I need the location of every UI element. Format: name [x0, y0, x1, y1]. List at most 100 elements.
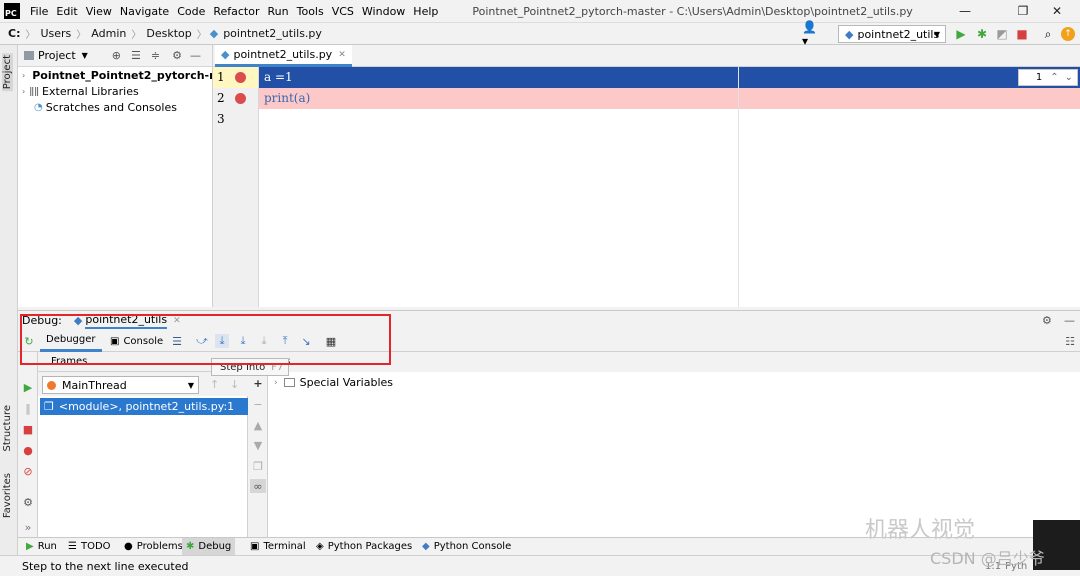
tool-tab-problems[interactable]: ● Problems	[120, 538, 187, 555]
tree-item-project-root[interactable]: › Pointnet_Pointnet2_pytorch-mast	[18, 67, 212, 83]
chevron-down-icon[interactable]: ⌄	[1065, 72, 1073, 83]
pause-icon[interactable]: ‖	[21, 401, 35, 415]
search-icon[interactable]: ⌕	[1041, 27, 1055, 41]
stop-icon[interactable]: ■	[1015, 27, 1029, 41]
resume-icon[interactable]: ▶	[21, 380, 35, 394]
breadcrumb-admin[interactable]: Admin	[89, 27, 128, 40]
special-variables-row[interactable]: › Special Variables	[274, 376, 393, 389]
view-breakpoints-icon[interactable]: ●	[21, 443, 35, 457]
tree-item-external-libraries[interactable]: › ǁǁ External Libraries	[18, 83, 212, 99]
code-editor[interactable]: a =1 print(a)	[259, 67, 1080, 307]
menu-tools[interactable]: Tools	[293, 5, 328, 18]
editor-tab-bar: ◆ pointnet2_utils.py ✕	[213, 45, 1080, 67]
todo-icon: ☰	[68, 541, 77, 552]
python-icon: ◆	[422, 541, 430, 552]
chevron-right-icon[interactable]: ›	[22, 71, 25, 80]
code-text: a =1	[264, 70, 293, 84]
structure-tool-tab[interactable]: Structure	[2, 405, 13, 452]
chevron-up-icon[interactable]: ⌃	[1050, 72, 1058, 83]
tool-tab-terminal[interactable]: ▣ Terminal	[246, 538, 310, 555]
move-down-icon[interactable]: ▼	[251, 438, 265, 452]
menu-vcs[interactable]: VCS	[328, 5, 358, 18]
tool-tab-debug[interactable]: ✱ Debug	[182, 538, 236, 555]
editor-gutter[interactable]: 1 2 3	[213, 67, 259, 307]
breadcrumb-file[interactable]: pointnet2_utils.py	[221, 27, 324, 40]
project-tool-tab[interactable]: Project	[2, 53, 13, 92]
collapse-all-icon[interactable]: ≑	[151, 49, 160, 62]
project-view-select[interactable]: Project	[38, 49, 76, 62]
line-number: 2	[217, 91, 225, 105]
inspection-widget[interactable]: 1 ⌃ ⌄	[1018, 69, 1078, 86]
status-bar: Step to the next line executed 1:1 Pyth	[0, 555, 1080, 576]
thread-icon	[47, 380, 56, 390]
breadcrumb-users[interactable]: Users	[38, 27, 73, 40]
gear-icon[interactable]: ⚙	[21, 495, 35, 509]
run-configuration-select[interactable]: ◆ pointnet2_utils ▼	[838, 25, 946, 43]
tool-tab-label: TODO	[80, 541, 111, 552]
scratches-icon: ◔	[34, 101, 43, 113]
gutter-line-3: 3	[213, 109, 258, 130]
arrow-down-icon[interactable]: ↓	[230, 378, 239, 391]
menu-edit[interactable]: Edit	[52, 5, 81, 18]
tree-item-scratches[interactable]: ◔ Scratches and Consoles	[18, 99, 212, 115]
arrow-up-icon[interactable]: ↑	[210, 378, 219, 391]
gear-icon[interactable]: ⚙	[172, 49, 182, 62]
menu-navigate[interactable]: Navigate	[116, 5, 173, 18]
menu-refactor[interactable]: Refactor	[209, 5, 263, 18]
gear-icon[interactable]: ⚙	[1042, 314, 1052, 327]
tool-tab-run[interactable]: ▶ Run	[22, 538, 61, 555]
stop-icon[interactable]: ■	[21, 422, 35, 436]
library-icon: ǁǁ	[29, 85, 40, 97]
watches-glasses-icon[interactable]: ∞	[250, 479, 266, 493]
run-configuration-label: pointnet2_utils	[857, 27, 940, 41]
user-icon[interactable]: 👤▾	[802, 20, 822, 48]
menu-code[interactable]: Code	[173, 5, 209, 18]
editor-tab-pointnet2-utils[interactable]: ◆ pointnet2_utils.py ✕	[215, 45, 352, 67]
close-tab-icon[interactable]: ✕	[338, 50, 346, 60]
mute-breakpoints-icon[interactable]: ⊘	[21, 464, 35, 478]
remove-watch-icon[interactable]: −	[251, 397, 265, 411]
tree-item-label: Scratches and Consoles	[45, 100, 177, 114]
hide-panel-icon[interactable]: —	[190, 49, 201, 62]
menu-file[interactable]: File	[26, 5, 52, 18]
more-icon[interactable]: »	[21, 520, 35, 534]
tool-tab-label: Problems	[136, 541, 183, 552]
inspection-count: 1	[1035, 72, 1043, 83]
chevron-right-icon[interactable]: ›	[274, 378, 278, 388]
tool-tab-python-console[interactable]: ◆ Python Console	[418, 538, 515, 555]
update-icon[interactable]: ↑	[1061, 27, 1075, 41]
expand-all-icon[interactable]: ☰	[131, 49, 141, 62]
breakpoint-icon[interactable]	[235, 93, 246, 104]
menu-help[interactable]: Help	[409, 5, 442, 18]
window-title: Pointnet_Pointnet2_pytorch-master - C:\U…	[472, 4, 913, 18]
breadcrumb-drive[interactable]: C:	[0, 27, 22, 40]
menu-window[interactable]: Window	[358, 5, 409, 18]
copy-icon[interactable]: ❐	[251, 459, 265, 473]
tool-tab-todo[interactable]: ☰ TODO	[64, 538, 115, 555]
add-watch-icon[interactable]: +	[251, 376, 265, 390]
debug-bug-icon[interactable]: ✱	[975, 27, 989, 41]
breakpoint-icon[interactable]	[235, 72, 246, 83]
layout-settings-icon[interactable]: ☷	[1063, 334, 1077, 348]
menu-view[interactable]: View	[82, 5, 116, 18]
tool-tab-label: Run	[37, 541, 57, 552]
tool-tab-label: Debug	[198, 541, 232, 552]
chevron-right-icon[interactable]: ›	[22, 87, 25, 96]
coverage-icon[interactable]: ◩	[995, 27, 1009, 41]
locate-icon[interactable]: ⊕	[112, 49, 121, 62]
minimize-button[interactable]: —	[942, 0, 988, 22]
favorites-tool-tab[interactable]: Favorites	[2, 473, 13, 518]
hide-panel-icon[interactable]: —	[1064, 314, 1075, 327]
menu-run[interactable]: Run	[264, 5, 293, 18]
run-icon[interactable]: ▶	[954, 27, 968, 41]
dropdown-arrow-icon[interactable]: ▼	[82, 51, 88, 60]
debug-side-toolbar: ▶ ‖ ■ ● ⊘ ⚙ »	[18, 352, 38, 537]
frame-row[interactable]: ❐ <module>, pointnet2_utils.py:1	[40, 398, 248, 415]
tool-tab-python-packages[interactable]: ◈ Python Packages	[312, 538, 416, 555]
breadcrumb-desktop[interactable]: Desktop	[144, 27, 193, 40]
move-up-icon[interactable]: ▲	[251, 418, 265, 432]
thread-select[interactable]: MainThread ▼	[42, 376, 199, 394]
close-window-button[interactable]: ✕	[1034, 0, 1080, 22]
editor-tab-label: pointnet2_utils.py	[233, 48, 333, 61]
thread-label: MainThread	[62, 378, 127, 392]
